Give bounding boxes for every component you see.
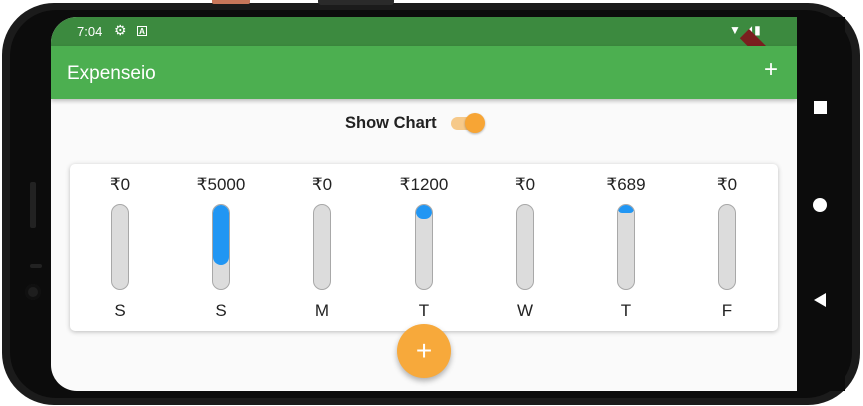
back-icon[interactable] (814, 293, 826, 307)
show-chart-switch[interactable] (449, 112, 485, 134)
plus-icon: + (415, 335, 433, 366)
status-bar: 7:04 ⚙ A ▼◢▮ DEBUG (51, 17, 797, 102)
app-screen: 7:04 ⚙ A ▼◢▮ DEBUG Expenseio + Show Char… (51, 17, 797, 391)
chart-bar: ₹0 F (687, 164, 767, 331)
power-button (318, 0, 394, 5)
bar-track (617, 204, 635, 290)
volume-button (212, 0, 250, 4)
bar-amount: ₹0 (109, 175, 131, 194)
bar-fill (416, 205, 432, 220)
bar-amount: ₹1200 (399, 175, 449, 194)
bar-amount: ₹0 (311, 175, 333, 194)
chart-bar: ₹5000 S (181, 164, 261, 331)
a-icon: A (137, 26, 147, 36)
bar-day-label: T (620, 301, 632, 320)
bar-day-label: S (215, 301, 227, 320)
bar-amount: ₹5000 (196, 175, 246, 194)
chart-bar: ₹0 W (485, 164, 565, 331)
app-bar: Expenseio + (51, 46, 797, 99)
weekly-chart-card: ₹0 S ₹5000 S ₹0 M ₹1200 T ₹0 W ₹689 T ₹0… (70, 164, 778, 331)
bar-fill (618, 205, 634, 214)
chart-bar: ₹689 T (586, 164, 666, 331)
show-chart-row: Show Chart (345, 112, 485, 134)
settings-icon: ⚙ (114, 22, 127, 38)
bar-track (212, 204, 230, 290)
bar-amount: ₹0 (514, 175, 536, 194)
bar-track (111, 204, 129, 290)
home-icon[interactable] (813, 198, 827, 212)
bar-track (313, 204, 331, 290)
bar-track (718, 204, 736, 290)
bar-amount: ₹0 (716, 175, 738, 194)
bar-fill (213, 205, 229, 266)
add-expense-fab[interactable]: + (397, 324, 451, 378)
recents-icon[interactable] (814, 101, 827, 114)
speaker-slot (30, 264, 42, 268)
bar-day-label: F (721, 301, 733, 320)
app-title: Expenseio (67, 63, 156, 84)
show-chart-label: Show Chart (345, 113, 437, 132)
chart-bar: ₹1200 T (384, 164, 464, 331)
status-time: 7:04 (77, 24, 103, 39)
bar-amount: ₹689 (606, 175, 646, 194)
wifi-icon: ▼ (729, 23, 743, 37)
bar-track (516, 204, 534, 290)
add-expense-plus-icon[interactable]: + (764, 58, 778, 82)
switch-thumb (464, 113, 485, 133)
android-nav-bar (797, 17, 845, 391)
chart-bar: ₹0 M (282, 164, 362, 331)
bar-day-label: S (114, 301, 126, 320)
bar-track (415, 204, 433, 290)
chart-bar: ₹0 S (80, 164, 160, 331)
bar-day-label: T (418, 301, 430, 320)
side-sensor (30, 182, 36, 228)
camera (25, 284, 41, 300)
bar-day-label: W (516, 301, 534, 320)
bar-day-label: M (314, 301, 330, 320)
